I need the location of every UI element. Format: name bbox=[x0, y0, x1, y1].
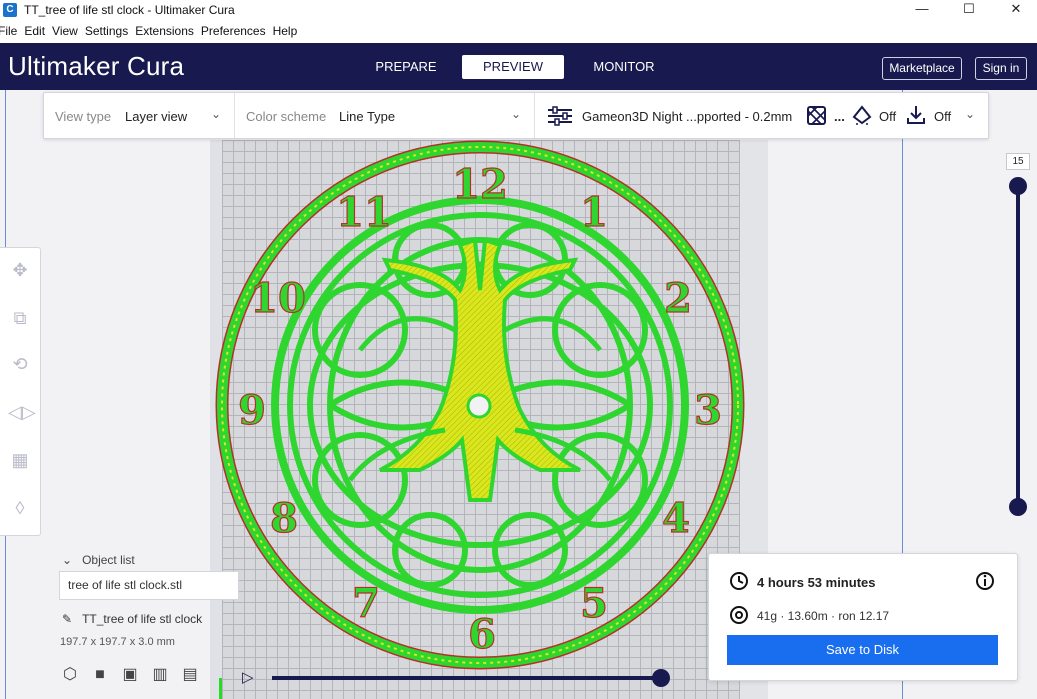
numeral-8: 8 bbox=[270, 495, 298, 542]
infill-icon bbox=[807, 106, 826, 125]
numeral-11: 11 bbox=[336, 189, 392, 236]
divider bbox=[534, 93, 535, 138]
left-toolbar: ✥ ⧉ ⟲ ◁▷ ▦ ◊ bbox=[0, 247, 41, 536]
layer-number-field[interactable]: 15 bbox=[1006, 153, 1030, 170]
play-icon[interactable]: ▷ bbox=[242, 668, 254, 686]
numeral-9: 9 bbox=[238, 387, 266, 434]
infill-ellipsis: ... bbox=[834, 109, 845, 124]
top-view-icon[interactable]: ▣ bbox=[120, 665, 140, 685]
tree-of-life bbox=[348, 237, 612, 502]
numeral-10: 10 bbox=[250, 275, 306, 322]
right-view-icon[interactable]: ▤ bbox=[180, 665, 200, 685]
adhesion-value: Off bbox=[934, 109, 952, 124]
numeral-6: 6 bbox=[468, 611, 496, 658]
3d-view-icon[interactable]: ⬡ bbox=[60, 665, 80, 685]
view-type-label: View type bbox=[55, 109, 112, 124]
object-list-item[interactable]: tree of life stl clock.stl bbox=[59, 571, 239, 600]
per-model-settings-icon[interactable]: ▦ bbox=[8, 448, 32, 472]
job-name[interactable]: ✎ TT_tree of life stl clock bbox=[62, 612, 202, 626]
layer-slider-upper-handle[interactable] bbox=[1009, 177, 1027, 195]
chevron-down-icon[interactable]: ⌄ bbox=[965, 107, 975, 121]
print-settings-icon[interactable] bbox=[547, 105, 573, 127]
clock-icon bbox=[730, 572, 748, 590]
numeral-2: 2 bbox=[664, 275, 692, 322]
color-scheme-label: Color scheme bbox=[246, 109, 327, 124]
chevron-down-icon[interactable]: ⌄ bbox=[211, 107, 221, 121]
color-scheme-dropdown[interactable]: Line Type bbox=[339, 109, 395, 124]
layer-slider-track[interactable] bbox=[1016, 184, 1020, 508]
scale-tool-icon[interactable]: ⧉ bbox=[8, 306, 32, 330]
left-view-icon[interactable]: ▥ bbox=[150, 665, 170, 685]
pencil-icon[interactable]: ✎ bbox=[62, 612, 72, 626]
simulation-slider-handle[interactable] bbox=[652, 669, 670, 687]
numeral-5: 5 bbox=[580, 580, 608, 627]
info-icon[interactable] bbox=[975, 571, 995, 591]
chevron-down-icon[interactable]: ⌄ bbox=[511, 107, 521, 121]
numeral-7: 7 bbox=[352, 580, 380, 627]
layer-slider-lower-handle[interactable] bbox=[1009, 498, 1027, 516]
print-time: 4 hours 53 minutes bbox=[757, 575, 876, 590]
numeral-3: 3 bbox=[694, 387, 722, 434]
support-value: Off bbox=[879, 109, 897, 124]
front-view-icon[interactable]: ■ bbox=[90, 665, 110, 685]
divider bbox=[234, 93, 235, 138]
profile-selector[interactable]: Gameon3D Night ...pported - 0.2mm bbox=[582, 109, 792, 124]
support-blocker-icon[interactable]: ◊ bbox=[8, 496, 32, 520]
object-dimensions: 197.7 x 197.7 x 3.0 mm bbox=[60, 636, 175, 648]
save-to-disk-button[interactable]: Save to Disk bbox=[727, 635, 998, 665]
view-type-dropdown[interactable]: Layer view bbox=[125, 109, 187, 124]
numeral-1: 1 bbox=[580, 189, 608, 236]
settings-bar: View type Layer view ⌄ Color scheme Line… bbox=[43, 92, 989, 139]
mirror-tool-icon[interactable]: ◁▷ bbox=[8, 400, 36, 424]
chevron-down-icon: ⌄ bbox=[62, 553, 73, 567]
rotate-tool-icon[interactable]: ⟲ bbox=[8, 352, 32, 376]
numeral-4: 4 bbox=[662, 495, 690, 542]
spool-icon bbox=[730, 606, 748, 624]
move-tool-icon[interactable]: ✥ bbox=[8, 258, 32, 282]
simulation-slider-track[interactable] bbox=[272, 676, 664, 680]
material-usage: 41g · 13.60m · ron 12.17 bbox=[757, 609, 890, 623]
camera-view-buttons: ⬡ ■ ▣ ▥ ▤ bbox=[60, 665, 210, 685]
numeral-12: 12 bbox=[452, 161, 508, 208]
object-list-toggle[interactable]: ⌄ Object list bbox=[62, 553, 135, 567]
simulation-progress-marker bbox=[219, 678, 222, 699]
support-icon bbox=[852, 105, 872, 125]
print-info-panel: 4 hours 53 minutes 41g · 13.60m · ron 12… bbox=[708, 553, 1018, 681]
adhesion-icon bbox=[907, 106, 925, 124]
